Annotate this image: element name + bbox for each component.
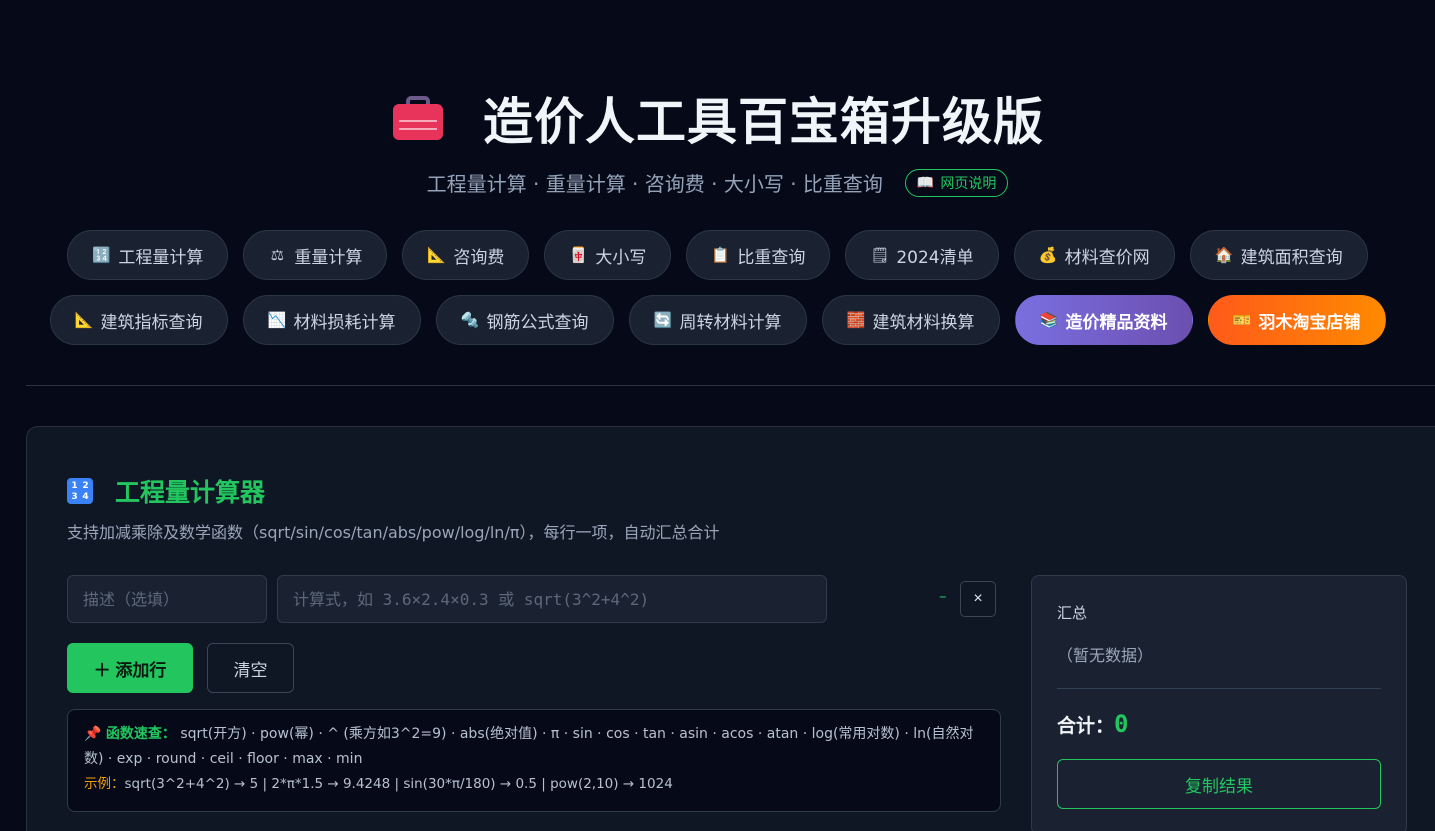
examples-label: 示例： <box>84 776 125 792</box>
page-title: 造价人工具百宝箱升级版 <box>483 92 1044 151</box>
tips-label: 函数速查： <box>105 726 176 742</box>
nav-label: 重量计算 <box>294 247 363 268</box>
tips-examples: sqrt(3^2+4^2) → 5 | 2*π*1.5 → 9.4248 | s… <box>124 776 673 792</box>
book-icon: 📖 <box>916 174 935 191</box>
header: 造价人工具百宝箱升级版 工程量计算 · 重量计算 · 咨询费 · 大小写 · 比… <box>0 0 1435 385</box>
nav-row-1: 🔢 工程量计算 ⚖ 重量计算 📐 咨询费 🀄 大小写 📋 比重查询 🗒 2024清单 💰 材料… <box>0 230 1435 280</box>
nav-label: 建筑材料换算 <box>872 312 975 333</box>
nav-weight-calc[interactable]: ⚖ 重量计算 <box>243 230 388 280</box>
panel-header: 1234 工程量计算器 <box>67 473 265 509</box>
summary-empty-text: （暂无数据） <box>1057 646 1154 665</box>
cycle-icon: 🔄 <box>653 311 673 329</box>
nav-label: 建筑面积查询 <box>1240 247 1343 268</box>
nav-taobao-shop[interactable]: 🎫 羽木淘宝店铺 <box>1207 295 1386 345</box>
copy-result-button[interactable]: 复制结果 <box>1057 759 1381 809</box>
delete-row-button[interactable]: × <box>960 581 996 617</box>
help-link[interactable]: 📖 网页说明 <box>904 168 1009 197</box>
nav-label: 咨询费 <box>453 247 505 268</box>
nav-consult-fee[interactable]: 📐 咨询费 <box>402 230 530 280</box>
total-label: 合计： <box>1057 714 1115 737</box>
bolt-icon: 🔩 <box>460 311 480 329</box>
summary-total: 合计： 0 <box>1057 710 1128 738</box>
nav-label: 材料损耗计算 <box>293 312 396 333</box>
nav-label: 周转材料计算 <box>679 312 782 333</box>
nav-uppercase[interactable]: 🀄 大小写 <box>544 230 672 280</box>
add-row-button[interactable]: ＋ 添加行 <box>67 643 193 693</box>
nav-label: 建筑指标查询 <box>100 312 203 333</box>
nav-density-lookup[interactable]: 📋 比重查询 <box>686 230 831 280</box>
brick-icon: 🧱 <box>846 311 866 329</box>
clear-button[interactable]: 清空 <box>207 643 294 693</box>
nav-material-loss[interactable]: 📉 材料损耗计算 <box>242 295 421 345</box>
nav-row-2: 📐 建筑指标查询 📉 材料损耗计算 🔩 钢筋公式查询 🔄 周转材料计算 🧱 建筑材料换算 … <box>0 295 1435 345</box>
expression-input[interactable] <box>277 575 827 623</box>
triangle-ruler-icon: 📐 <box>74 311 94 329</box>
pin-icon: 📌 <box>84 726 102 742</box>
nav-label: 钢筋公式查询 <box>486 312 589 333</box>
nav-label: 大小写 <box>595 247 647 268</box>
clipboard-icon: 📋 <box>711 246 731 264</box>
nav-building-area[interactable]: 🏠 建筑面积查询 <box>1189 230 1368 280</box>
tips-functions-line: 📌 函数速查： sqrt(开方) · pow(幂) · ^ (乘方如3^2=9)… <box>84 722 984 772</box>
scale-icon: ⚖ <box>270 246 285 264</box>
nav-label: 材料查价网 <box>1064 247 1150 268</box>
nav-label: 2024清单 <box>896 247 974 268</box>
page-subtitle: 工程量计算 · 重量计算 · 咨询费 · 大小写 · 比重查询 <box>426 172 883 196</box>
header-divider <box>26 385 1435 386</box>
numbers-icon: 1234 <box>67 478 93 504</box>
summary-card: 汇总 （暂无数据） 合计： 0 复制结果 <box>1031 575 1407 831</box>
tips-examples-line: 示例：sqrt(3^2+4^2) → 5 | 2*π*1.5 → 9.4248 … <box>84 772 984 797</box>
summary-title: 汇总 <box>1057 604 1088 622</box>
nav-building-index[interactable]: 📐 建筑指标查询 <box>49 295 228 345</box>
mahjong-icon: 🀄 <box>569 246 589 264</box>
nav-turnover-material[interactable]: 🔄 周转材料计算 <box>628 295 807 345</box>
house-icon: 🏠 <box>1214 246 1234 264</box>
nav-quantity-calc[interactable]: 🔢 工程量计算 <box>67 230 229 280</box>
toolbox-icon <box>391 94 445 142</box>
nav-label: 工程量计算 <box>118 247 204 268</box>
nav-2024-list[interactable]: 🗒 2024清单 <box>845 230 999 280</box>
summary-divider <box>1057 688 1381 689</box>
nav-label: 羽木淘宝店铺 <box>1258 312 1361 333</box>
function-tips: 📌 函数速查： sqrt(开方) · pow(幂) · ^ (乘方如3^2=9)… <box>67 709 1001 812</box>
books-icon: 📚 <box>1039 311 1059 329</box>
chart-down-icon: 📉 <box>267 311 287 329</box>
help-link-label: 网页说明 <box>940 175 997 192</box>
money-bag-icon: 💰 <box>1038 246 1058 264</box>
total-value: 0 <box>1114 710 1129 738</box>
title-row: 造价人工具百宝箱升级版 <box>0 82 1435 154</box>
tips-functions: sqrt(开方) · pow(幂) · ^ (乘方如3^2=9) · abs(绝… <box>84 726 974 767</box>
nav-material-price[interactable]: 💰 材料查价网 <box>1013 230 1175 280</box>
description-input[interactable] <box>67 575 267 623</box>
row-result: – <box>939 587 947 605</box>
notepad-icon: 🗒 <box>870 246 890 264</box>
nav-label: 比重查询 <box>737 247 806 268</box>
subtitle-row: 工程量计算 · 重量计算 · 咨询费 · 大小写 · 比重查询 📖 网页说明 <box>0 168 1435 197</box>
calculator-panel: 1234 工程量计算器 支持加减乘除及数学函数（sqrt/sin/cos/tan… <box>26 426 1435 831</box>
nav-material-convert[interactable]: 🧱 建筑材料换算 <box>821 295 1000 345</box>
ticket-icon: 🎫 <box>1232 311 1252 329</box>
numbers-icon: 🔢 <box>92 246 112 264</box>
calculator-title: 工程量计算器 <box>115 478 266 507</box>
nav-premium-materials[interactable]: 📚 造价精品资料 <box>1014 295 1193 345</box>
nav-rebar-formula[interactable]: 🔩 钢筋公式查询 <box>435 295 614 345</box>
calculator-description: 支持加减乘除及数学函数（sqrt/sin/cos/tan/abs/pow/log… <box>67 523 720 542</box>
nav-label: 造价精品资料 <box>1065 312 1168 333</box>
triangle-ruler-icon: 📐 <box>427 246 447 264</box>
